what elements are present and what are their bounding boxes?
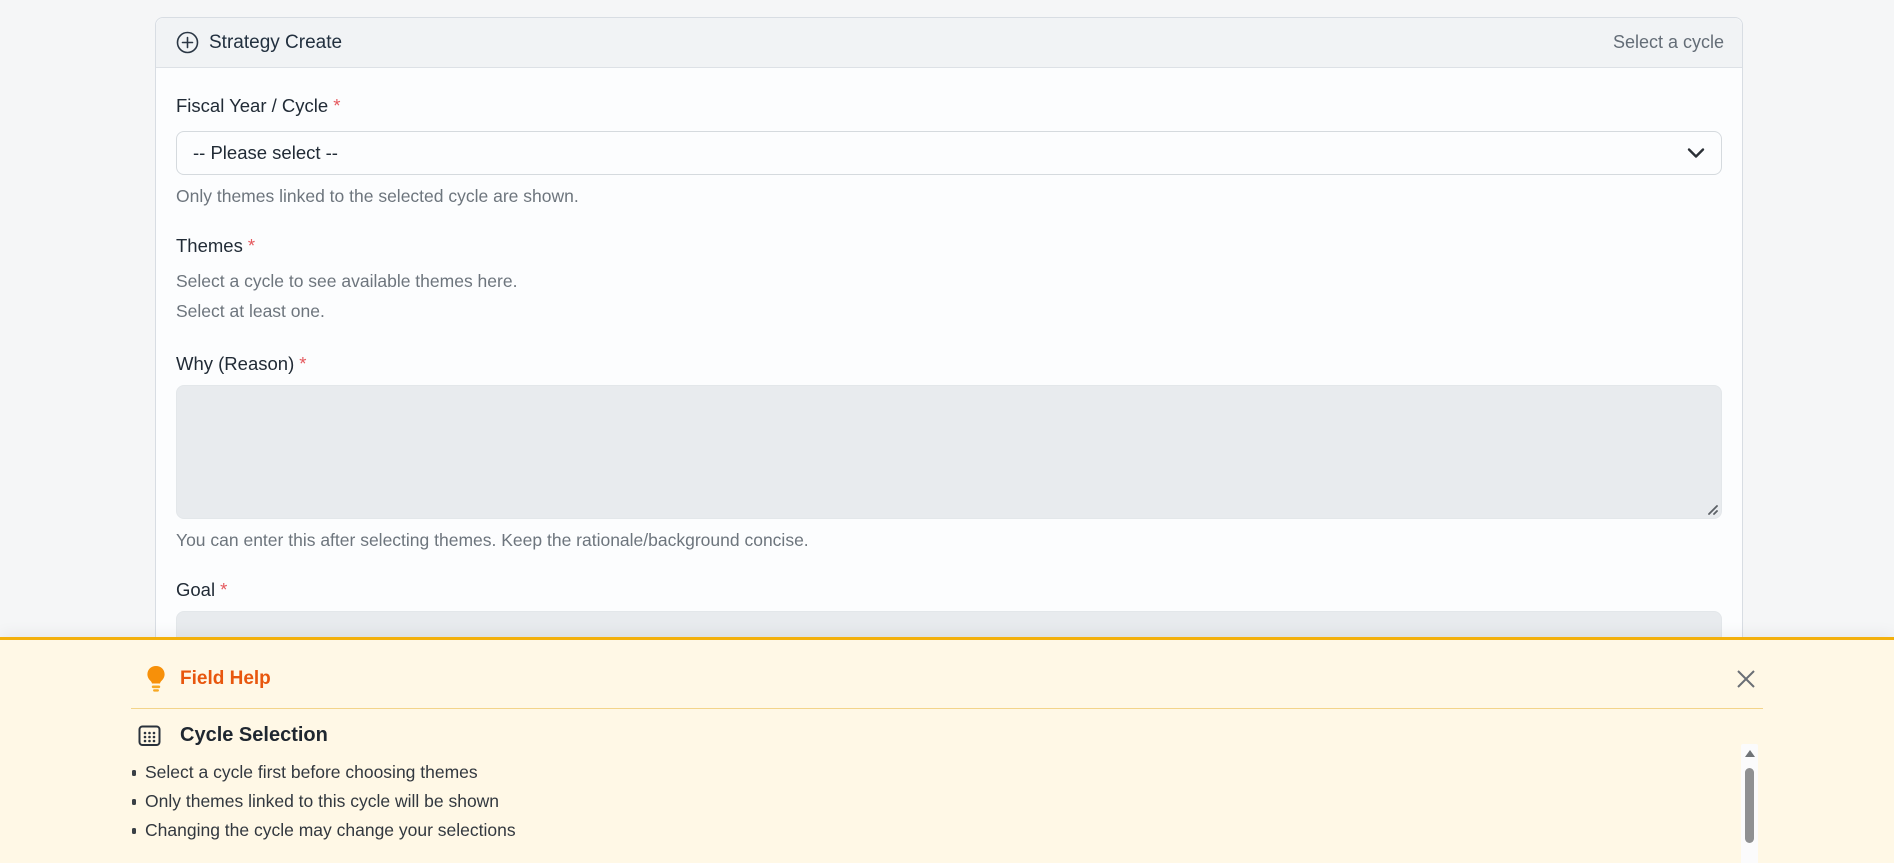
- card-header: Strategy Create Select a cycle: [156, 18, 1742, 68]
- fiscal-year-helper-text: Only themes linked to the selected cycle…: [176, 186, 579, 206]
- why-label-text: Why (Reason): [176, 353, 295, 374]
- themes-empty-line1: Select a cycle to see available themes h…: [176, 271, 518, 291]
- goal-label: Goal *: [176, 578, 1722, 602]
- help-content-area[interactable]: Cycle Selection Select a cycle first bef…: [131, 709, 1763, 851]
- required-asterisk: *: [247, 235, 256, 256]
- help-bullet-item: Changing the cycle may change your selec…: [131, 816, 1723, 845]
- why-label: Why (Reason) *: [176, 352, 1722, 376]
- help-bullet-item: If unsure, start with the latest cycle: [131, 845, 1723, 851]
- help-bullet-item: Select a cycle first before choosing the…: [131, 758, 1723, 787]
- help-bullet-item: Only themes linked to this cycle will be…: [131, 787, 1723, 816]
- why-field-group: Why (Reason) * You can enter this after s…: [176, 352, 1722, 552]
- calendar-icon: [137, 723, 162, 748]
- fiscal-year-label: Fiscal Year / Cycle *: [176, 94, 1722, 118]
- themes-field-group: Themes * Select a cycle to see available …: [176, 234, 1722, 326]
- help-section-heading: Cycle Selection: [131, 722, 1723, 748]
- scroll-up-arrow-icon[interactable]: [1744, 750, 1755, 757]
- field-help-header: Field Help: [131, 662, 1763, 696]
- themes-empty-line2: Select at least one.: [176, 301, 325, 321]
- themes-label: Themes *: [176, 234, 1722, 258]
- fiscal-year-select-value: -- Please select --: [193, 142, 338, 163]
- fiscal-year-field-group: Fiscal Year / Cycle * -- Please select --…: [176, 94, 1722, 208]
- goal-label-text: Goal: [176, 579, 216, 600]
- required-asterisk: *: [220, 579, 228, 600]
- lightbulb-icon: [145, 664, 167, 694]
- required-asterisk: *: [299, 353, 307, 374]
- required-asterisk: *: [333, 95, 341, 116]
- page-title: Strategy Create: [209, 31, 343, 53]
- fiscal-year-select[interactable]: -- Please select --: [176, 131, 1722, 175]
- scrollbar-thumb[interactable]: [1745, 768, 1754, 843]
- close-icon: [1734, 667, 1758, 691]
- themes-label-text: Themes: [176, 235, 243, 256]
- chevron-down-icon: [1687, 147, 1705, 159]
- help-bullet-list: Select a cycle first before choosing the…: [131, 758, 1723, 851]
- fiscal-year-label-text: Fiscal Year / Cycle: [176, 95, 329, 116]
- close-button[interactable]: [1731, 664, 1761, 694]
- field-help-title: Field Help: [180, 668, 271, 689]
- field-help-panel: Field Help Cycle Selection Select a cycl…: [0, 637, 1894, 863]
- why-helper-text: You can enter this after selecting theme…: [176, 530, 809, 550]
- plus-circle-icon: [176, 31, 199, 54]
- why-textarea[interactable]: [176, 385, 1722, 519]
- help-scrollbar[interactable]: [1741, 744, 1758, 863]
- help-section-title-text: Cycle Selection: [180, 723, 328, 746]
- header-status-text: Select a cycle: [1612, 32, 1724, 52]
